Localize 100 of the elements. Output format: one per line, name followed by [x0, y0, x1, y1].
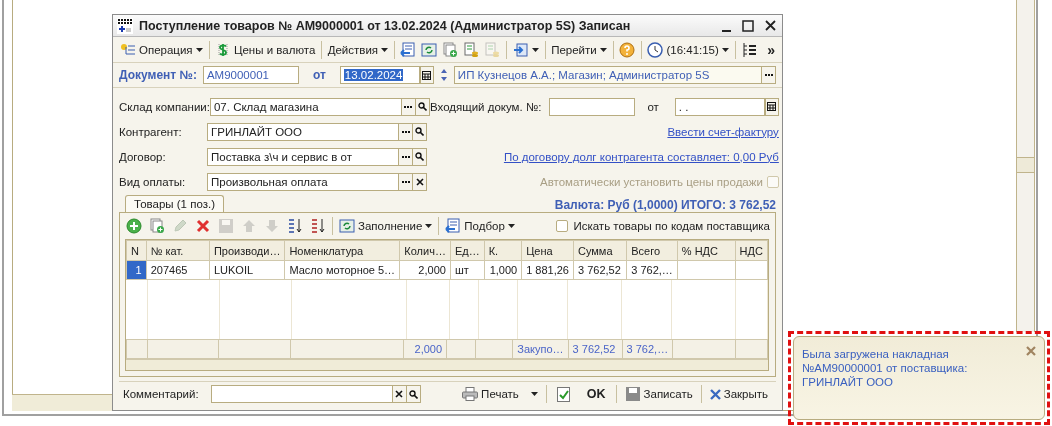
- document-number-label: Документ №:: [119, 68, 197, 82]
- export-icon[interactable]: [512, 41, 529, 58]
- dots-icon: [401, 180, 410, 183]
- calendar-icon: [422, 70, 432, 80]
- notification-text: Была загружена накладная №АМ90000001 от поставщика: ГРИНЛАЙТ ООО: [802, 347, 969, 389]
- table-cell: 1 881,26: [521, 260, 574, 280]
- column-header[interactable]: № кат.: [146, 240, 210, 261]
- column-header[interactable]: Всего: [626, 240, 678, 261]
- organization-field[interactable]: ИП Кузнецов А.А.; Магазин; Администратор 5S: [453, 66, 762, 84]
- select-button[interactable]: [399, 122, 413, 141]
- close-button[interactable]: Закрыть: [705, 384, 772, 404]
- column-header[interactable]: % НДС: [677, 240, 736, 261]
- horizontal-scrollbar[interactable]: [12, 394, 112, 411]
- spinner-icon[interactable]: [439, 67, 448, 83]
- tab[interactable]: Товары (1 поз.): [125, 195, 224, 212]
- table-cell: Масло моторное 5…: [284, 260, 400, 280]
- table-cell: 3 762,…: [626, 260, 678, 280]
- refresh-icon[interactable]: [339, 218, 355, 234]
- table-cell: [735, 260, 768, 280]
- total-cell: [475, 339, 513, 359]
- caret-icon: [507, 224, 515, 228]
- clock-icon[interactable]: [647, 41, 664, 58]
- input-field[interactable]: Поставка з\ч и сервис в от: [207, 147, 399, 166]
- table-cell: [677, 260, 736, 280]
- vertical-scrollbar[interactable]: [1016, 0, 1035, 332]
- input-field[interactable]: Произвольная оплата: [207, 172, 399, 191]
- menu-button[interactable]: Подбор: [444, 216, 516, 236]
- field-label: Комментарий:: [123, 388, 199, 400]
- field-label: Контрагент:: [119, 125, 183, 138]
- close-icon: [709, 388, 721, 400]
- link[interactable]: Ввести счет-фактуру: [667, 122, 779, 141]
- caret-icon: [530, 392, 538, 396]
- date-field[interactable]: 13.02.2024: [339, 66, 420, 84]
- select-button[interactable]: [399, 147, 413, 166]
- field-label: Входящий докум. №:: [429, 100, 542, 113]
- input-field[interactable]: [549, 97, 636, 116]
- document-number-field[interactable]: АМ9000001: [202, 66, 299, 84]
- menu-button[interactable]: Заполнение: [338, 216, 434, 236]
- total-cell: [735, 339, 768, 359]
- minimize-icon: [721, 29, 731, 32]
- calendar-icon: [767, 102, 777, 111]
- caret-icon: [599, 47, 607, 52]
- toolbar-button[interactable]: Цены и валюта: [213, 39, 317, 60]
- column-header[interactable]: Сумма: [573, 240, 627, 261]
- total-cell: [147, 339, 219, 359]
- clear-button[interactable]: [413, 172, 427, 191]
- total-cell: 2,000: [403, 339, 447, 359]
- horizontal-scrollbar[interactable]: [126, 359, 768, 370]
- menu-button[interactable]: Перейти: [550, 39, 608, 60]
- dots-icon: [404, 105, 413, 108]
- field-label: Вид оплаты:: [119, 175, 187, 188]
- table-cell: 1,000: [484, 260, 522, 280]
- table-cell: LUKOIL: [209, 260, 285, 280]
- close-icon: [764, 20, 776, 31]
- checkbox[interactable]: [556, 220, 569, 232]
- save-icon[interactable]: [624, 386, 641, 402]
- checkbox-label: Искать товары по кодам поставщика: [573, 220, 770, 232]
- menu-button[interactable]: Операция: [119, 39, 204, 60]
- ok-button[interactable]: OK: [550, 384, 612, 404]
- total-cell: [672, 339, 736, 359]
- tree-gear-icon[interactable]: [120, 41, 136, 58]
- maximize-icon: [742, 19, 754, 32]
- link[interactable]: По договору долг контрагента составляет: 0,00 Руб: [503, 147, 779, 166]
- input-field[interactable]: 07. Склад магазина: [209, 97, 402, 116]
- dots-icon: [401, 130, 410, 133]
- search-button[interactable]: [413, 147, 427, 166]
- print-button[interactable]: Печать: [458, 384, 542, 404]
- search-button[interactable]: [413, 122, 427, 141]
- column-header[interactable]: К.: [484, 240, 522, 261]
- column-header[interactable]: Номенклатура: [284, 240, 400, 261]
- table-cell: 207465: [146, 260, 210, 280]
- column-header[interactable]: N: [126, 240, 147, 261]
- total-text: Валюта: Руб (1,0000) ИТОГО: 3 762,52: [554, 198, 776, 212]
- column-header[interactable]: Ед…: [450, 240, 485, 261]
- window-title: Поступление товаров № АМ9000001 от 13.02.2024 (Администратор 5S) Записан: [139, 18, 632, 33]
- more-button[interactable]: »: [766, 39, 776, 60]
- comment-field[interactable]: [210, 385, 393, 403]
- search-icon: [408, 389, 418, 399]
- dots-icon: [401, 155, 410, 158]
- table-cell: шт: [450, 260, 485, 280]
- printer-icon: [462, 387, 479, 401]
- maximize-button[interactable]: [740, 17, 756, 34]
- menu-button[interactable]: (16:41:15): [646, 39, 730, 60]
- select-button[interactable]: [762, 66, 776, 84]
- menu-button[interactable]: Действия: [326, 39, 390, 60]
- document-icon: [117, 17, 133, 34]
- search-icon: [417, 102, 427, 111]
- save-button[interactable]: Записать: [620, 384, 697, 404]
- total-cell: Закупо…: [512, 339, 569, 359]
- column-header[interactable]: Производи…: [209, 240, 285, 261]
- table-cell: 2,000: [399, 260, 451, 280]
- input-field[interactable]: ГРИНЛАЙТ ООО: [207, 122, 399, 141]
- caret-icon: [195, 47, 203, 52]
- column-header[interactable]: Цена: [521, 240, 574, 261]
- column-header[interactable]: НДС: [735, 240, 768, 261]
- date-field[interactable]: . .: [674, 97, 765, 116]
- total-cell: [126, 339, 148, 359]
- column-header[interactable]: Колич…: [399, 240, 451, 261]
- checkbox-label: Автоматически установить цены продажи: [539, 175, 763, 188]
- select-button[interactable]: [399, 172, 413, 191]
